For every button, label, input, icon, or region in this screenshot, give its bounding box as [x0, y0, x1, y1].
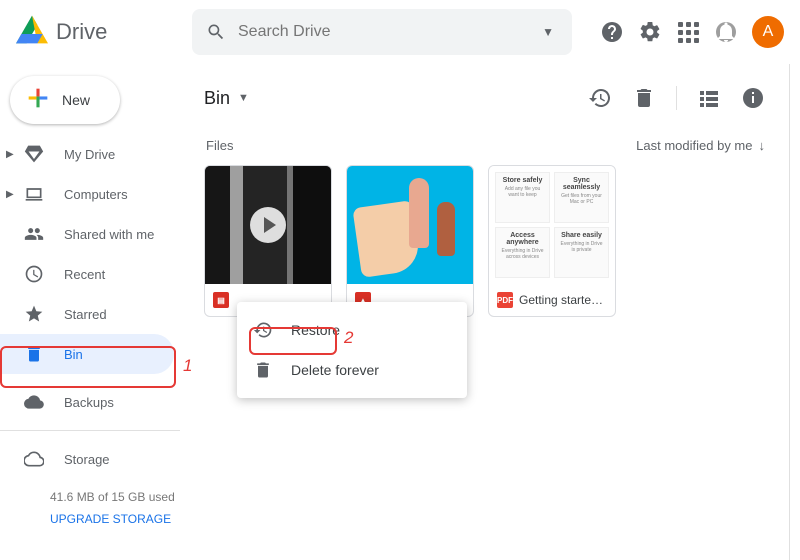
- chevron-right-icon: ▶: [6, 189, 14, 200]
- sidebar-item-starred[interactable]: Starred: [0, 294, 174, 334]
- help-icon[interactable]: [600, 20, 624, 44]
- sort-label: Last modified by me: [636, 138, 752, 153]
- search-input[interactable]: [238, 23, 532, 41]
- sidebar-item-shared[interactable]: Shared with me: [0, 214, 174, 254]
- arrow-down-icon: ↓: [759, 138, 766, 153]
- file-name: Getting starte…: [519, 293, 603, 307]
- chevron-right-icon: ▶: [6, 149, 14, 160]
- shared-icon: [24, 224, 44, 244]
- app-name: Drive: [56, 19, 107, 45]
- empty-trash-icon[interactable]: [632, 86, 656, 110]
- sidebar-item-label: Recent: [64, 267, 105, 282]
- sidebar-item-label: Shared with me: [64, 227, 154, 242]
- context-menu-item-label: Restore: [291, 322, 340, 338]
- context-menu-restore[interactable]: Restore: [237, 310, 467, 350]
- play-icon: [250, 207, 286, 243]
- sidebar-item-bin[interactable]: Bin: [0, 334, 174, 374]
- file-card[interactable]: ▤: [204, 165, 332, 317]
- drive-logo-icon: [16, 14, 48, 51]
- recent-clock-icon: [24, 264, 44, 284]
- pdf-file-icon: PDF: [497, 292, 513, 308]
- sidebar-item-label: Starred: [64, 307, 107, 322]
- trash-icon: [253, 360, 273, 380]
- separator: [676, 86, 677, 110]
- sidebar-item-computers[interactable]: ▶ Computers: [0, 174, 174, 214]
- settings-gear-icon[interactable]: [638, 20, 662, 44]
- file-thumbnail: [347, 166, 473, 284]
- file-card[interactable]: Store safelyAdd any file you want to kee…: [488, 165, 616, 317]
- folder-title: Bin: [204, 88, 230, 109]
- info-icon[interactable]: [741, 86, 765, 110]
- new-button-label: New: [62, 92, 90, 108]
- sidebar-item-label: Bin: [64, 347, 83, 362]
- chevron-down-icon: ▼: [238, 92, 249, 104]
- new-button[interactable]: New: [10, 76, 120, 124]
- list-view-icon[interactable]: [697, 86, 721, 110]
- trash-icon: [24, 344, 44, 364]
- folder-title-dropdown[interactable]: Bin ▼: [204, 88, 249, 109]
- star-icon: [24, 304, 44, 324]
- plus-icon: [24, 84, 52, 117]
- upgrade-storage-link[interactable]: UPGRADE STORAGE: [50, 512, 180, 526]
- notifications-bell-icon[interactable]: [714, 20, 738, 44]
- sidebar-item-label: Storage: [64, 452, 110, 467]
- app-logo[interactable]: Drive: [16, 14, 192, 51]
- sidebar-item-recent[interactable]: Recent: [0, 254, 174, 294]
- file-thumbnail: [205, 166, 331, 284]
- files-section-label: Files: [206, 138, 233, 153]
- file-card[interactable]: ▲: [346, 165, 474, 317]
- cloud-icon: [24, 392, 44, 412]
- sidebar: New ▶ My Drive ▶ Computers Shared with m…: [0, 64, 180, 560]
- sidebar-item-my-drive[interactable]: ▶ My Drive: [0, 134, 174, 174]
- account-avatar[interactable]: A: [752, 16, 784, 48]
- storage-used-text: 41.6 MB of 15 GB used: [50, 490, 175, 504]
- restore-icon: [253, 320, 273, 340]
- drive-icon: [24, 144, 44, 164]
- restore-all-icon[interactable]: [588, 86, 612, 110]
- search-options-dropdown-icon[interactable]: ▼: [532, 25, 558, 39]
- search-icon: [206, 22, 226, 42]
- sort-control[interactable]: Last modified by me ↓: [636, 138, 765, 153]
- sidebar-item-backups[interactable]: Backups: [0, 382, 174, 422]
- sidebar-item-label: My Drive: [64, 147, 115, 162]
- context-menu-delete-forever[interactable]: Delete forever: [237, 350, 467, 390]
- search-bar[interactable]: ▼: [192, 9, 572, 55]
- sidebar-item-label: Computers: [64, 187, 128, 202]
- apps-grid-icon[interactable]: [676, 20, 700, 44]
- context-menu-item-label: Delete forever: [291, 362, 379, 378]
- computers-icon: [24, 184, 44, 204]
- video-file-icon: ▤: [213, 292, 229, 308]
- context-menu: Restore Delete forever: [237, 302, 467, 398]
- cloud-outline-icon: [24, 449, 44, 469]
- file-thumbnail: Store safelyAdd any file you want to kee…: [489, 166, 615, 284]
- sidebar-item-label: Backups: [64, 395, 114, 410]
- sidebar-item-storage[interactable]: Storage: [0, 439, 174, 479]
- divider: [0, 430, 180, 431]
